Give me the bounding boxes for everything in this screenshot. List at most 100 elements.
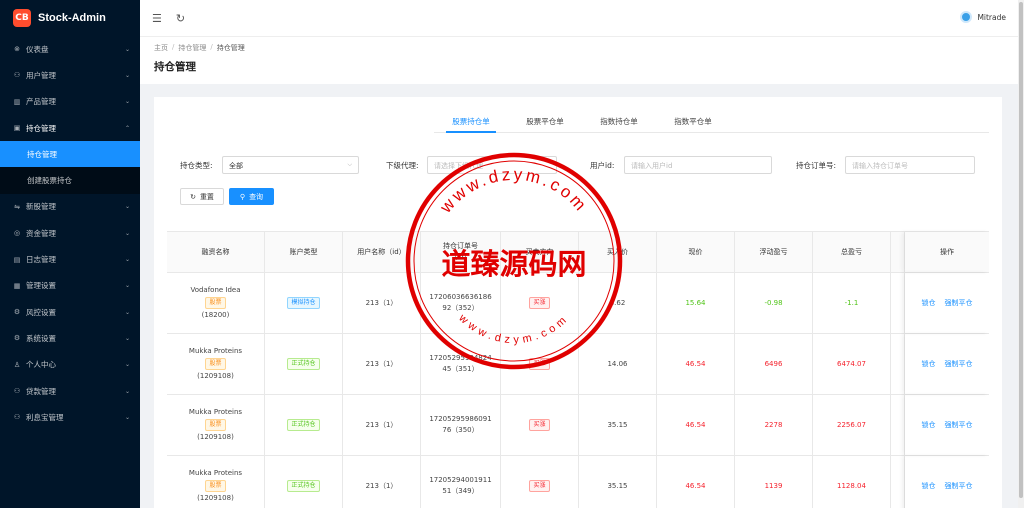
interest-icon: ⚇ xyxy=(13,413,21,421)
direction-badge: 买涨 xyxy=(529,480,549,492)
cell-direction: 买涨 xyxy=(501,273,579,333)
stock-code: (18200) xyxy=(202,310,230,321)
sidebar-subitem[interactable]: 持仓管理 xyxy=(0,141,140,167)
order-no-line: 17205295994824 xyxy=(429,353,491,364)
chart-icon: ▥ xyxy=(13,98,21,106)
sidebar-item[interactable]: ⚙风控设置⌄ xyxy=(0,299,140,325)
position-type-select[interactable]: 全部 ⌵ xyxy=(222,156,359,174)
cell-direction: 买涨 xyxy=(501,456,579,508)
direction-badge: 买涨 xyxy=(529,419,549,431)
search-button[interactable]: ⚲ 查询 xyxy=(229,188,274,205)
cell-order-no: 1720529598609176（350） xyxy=(421,395,501,455)
lock-position-link[interactable]: 锁仓 xyxy=(922,420,936,431)
column-header: 融资名称 xyxy=(167,232,265,272)
tab-index-closed[interactable]: 指数平仓单 xyxy=(656,111,730,132)
tab-stock-closed[interactable]: 股票平仓单 xyxy=(508,111,582,132)
agent-select[interactable]: 请选择下级代理 xyxy=(427,156,557,174)
cell-total-pnl: 6474.07 xyxy=(813,334,891,394)
page-scrollbar[interactable] xyxy=(1018,0,1024,508)
scrollbar-thumb[interactable] xyxy=(1019,2,1023,498)
logo-icon: CB xyxy=(13,9,31,27)
cell-spacer xyxy=(891,334,905,394)
table-header-row: 融资名称 账户类型 用户名称（id） 持仓订单号 （id） 买卖方向 买入价 现… xyxy=(167,232,989,273)
sidebar-item[interactable]: ▣持仓管理⌃ xyxy=(0,115,140,141)
reset-button[interactable]: ↻ 重置 xyxy=(180,188,224,205)
sidebar-item[interactable]: ▦管理设置⌄ xyxy=(0,273,140,299)
tab-index-positions[interactable]: 指数持仓单 xyxy=(582,111,656,132)
force-close-link[interactable]: 强制平仓 xyxy=(945,481,973,492)
stock-name: Mukka Proteins xyxy=(189,468,242,479)
sidebar-item[interactable]: ▥产品管理⌄ xyxy=(0,89,140,115)
chevron-down-icon: ⌄ xyxy=(125,335,130,342)
user-icon: ♙ xyxy=(13,361,21,369)
tab-stock-positions[interactable]: 股票持仓单 xyxy=(434,111,508,132)
positions-table: 融资名称 账户类型 用户名称（id） 持仓订单号 （id） 买卖方向 买入价 现… xyxy=(167,231,989,508)
sidebar-item[interactable]: ⚇贷款管理⌄ xyxy=(0,378,140,404)
sidebar-item[interactable]: ♙个人中心⌄ xyxy=(0,352,140,378)
reset-icon: ↻ xyxy=(190,193,196,201)
order-no-line: 92（352） xyxy=(442,303,478,314)
risk-icon: ⚙ xyxy=(13,308,21,316)
cell-spacer xyxy=(891,456,905,508)
lock-position-link[interactable]: 锁仓 xyxy=(922,359,936,370)
sidebar-item[interactable]: ⇋新股管理⌄ xyxy=(0,194,140,220)
cell-account-type: 正式持仓 xyxy=(265,395,343,455)
settings-icon: ▦ xyxy=(13,282,21,290)
table-body: Vodafone Idea股票(18200)模拟持仓213（1）17206036… xyxy=(167,273,989,508)
top-header: ☰ ↻ Mitrade xyxy=(140,0,1018,36)
cell-user: 213（1） xyxy=(343,334,421,394)
column-header: 买入价 xyxy=(579,232,657,272)
menu-fold-icon[interactable]: ☰ xyxy=(152,12,162,25)
breadcrumb-current: 持仓管理 xyxy=(217,43,245,53)
app-root: CB Stock-Admin ⊗仪表盘⌄⚇用户管理⌄▥产品管理⌄▣持仓管理⌃持仓… xyxy=(0,0,1024,508)
chevron-up-icon: ⌃ xyxy=(125,125,130,132)
breadcrumb-parent[interactable]: 持仓管理 xyxy=(178,43,206,53)
sidebar-item-label: 管理设置 xyxy=(26,280,125,291)
cell-current-price: 46.54 xyxy=(657,395,735,455)
sidebar-subitem[interactable]: 创建股票持仓 xyxy=(0,167,140,193)
dashboard-icon: ⊗ xyxy=(13,45,21,53)
chevron-down-icon: ⌵ xyxy=(347,161,352,169)
chevron-down-icon: ⌄ xyxy=(125,414,130,421)
sidebar-subitem-label: 创建股票持仓 xyxy=(27,175,130,186)
order-no-line: 17205295986091 xyxy=(429,414,491,425)
position-type-label: 持仓类型: xyxy=(180,160,213,171)
breadcrumb-home[interactable]: 主页 xyxy=(154,43,168,53)
lock-position-link[interactable]: 锁仓 xyxy=(922,298,936,309)
cell-buy-price: 8.62 xyxy=(579,273,657,333)
sidebar-item[interactable]: ⚇用户管理⌄ xyxy=(0,62,140,88)
cell-current-price: 46.54 xyxy=(657,334,735,394)
logo[interactable]: CB Stock-Admin xyxy=(0,0,140,36)
cell-user: 213（1） xyxy=(343,273,421,333)
account-type-badge: 模拟持仓 xyxy=(287,297,319,309)
sidebar-item-label: 贷款管理 xyxy=(26,386,125,397)
agent-label: 下级代理: xyxy=(386,160,419,171)
column-header: 操作 xyxy=(905,232,989,272)
stock-icon: ⇋ xyxy=(13,203,21,211)
sidebar-item[interactable]: ⚙系统设置⌄ xyxy=(0,325,140,351)
stock-tag: 股票 xyxy=(205,480,225,492)
sidebar-item[interactable]: ⊗仪表盘⌄ xyxy=(0,36,140,62)
table-row: Mukka Proteins股票(1209108)正式持仓213（1）17205… xyxy=(167,334,989,395)
force-close-link[interactable]: 强制平仓 xyxy=(945,359,973,370)
lock-position-link[interactable]: 锁仓 xyxy=(922,481,936,492)
force-close-link[interactable]: 强制平仓 xyxy=(945,298,973,309)
order-no-input[interactable]: 请输入持仓订单号 xyxy=(845,156,975,174)
cell-current-price: 46.54 xyxy=(657,456,735,508)
sidebar-item[interactable]: ▤日志管理⌄ xyxy=(0,246,140,272)
cell-user: 213（1） xyxy=(343,395,421,455)
user-id-label: 用户id: xyxy=(590,160,614,171)
chevron-down-icon: ⌄ xyxy=(125,203,130,210)
user-menu[interactable]: Mitrade xyxy=(960,11,1006,23)
sidebar-item[interactable]: ◎资金管理⌄ xyxy=(0,220,140,246)
user-id-input[interactable]: 请输入用户id xyxy=(624,156,772,174)
sidebar-item[interactable]: ⚇利息宝管理⌄ xyxy=(0,404,140,430)
force-close-link[interactable]: 强制平仓 xyxy=(945,420,973,431)
cell-account-type: 模拟持仓 xyxy=(265,273,343,333)
search-button-label: 查询 xyxy=(249,192,263,202)
sidebar: CB Stock-Admin ⊗仪表盘⌄⚇用户管理⌄▥产品管理⌄▣持仓管理⌃持仓… xyxy=(0,0,140,508)
sidebar-item-label: 日志管理 xyxy=(26,254,125,265)
sidebar-submenu: 持仓管理创建股票持仓 xyxy=(0,141,140,194)
cell-actions: 锁仓强制平仓 xyxy=(905,395,989,455)
refresh-icon[interactable]: ↻ xyxy=(176,12,185,25)
